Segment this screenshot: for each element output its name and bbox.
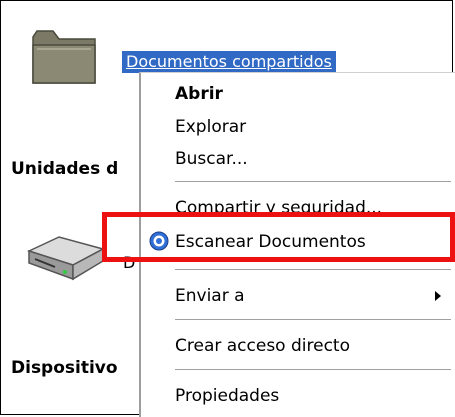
menu-item-label: Escanear Documentos: [175, 232, 366, 252]
menu-separator: [175, 369, 451, 371]
devices-heading: Dispositivo: [11, 358, 118, 378]
menu-item-abrir[interactable]: Abrir: [141, 77, 455, 111]
menu-item-label: Explorar: [175, 117, 247, 137]
menu-item-buscar[interactable]: Buscar...: [141, 142, 455, 176]
menu-item-compartir[interactable]: Compartir y seguridad...: [141, 191, 455, 225]
menu-item-label: Buscar...: [175, 149, 248, 169]
menu-item-crear-acceso[interactable]: Crear acceso directo: [141, 329, 455, 363]
menu-item-label: Abrir: [175, 84, 223, 104]
menu-item-label: Compartir y seguridad...: [175, 198, 383, 218]
folder-label[interactable]: Documentos compartidos: [122, 51, 336, 73]
menu-item-label: Crear acceso directo: [175, 336, 350, 356]
chevron-right-icon: [435, 291, 441, 301]
context-menu: Abrir Explorar Buscar... Compartir y seg…: [139, 72, 455, 417]
menu-item-label: Propiedades: [175, 386, 280, 406]
menu-item-propiedades[interactable]: Propiedades: [141, 379, 455, 413]
drive-label[interactable]: D: [123, 253, 135, 272]
folder-icon[interactable]: [29, 25, 101, 87]
drives-heading: Unidades d: [11, 159, 119, 179]
menu-item-escanear[interactable]: Escanear Documentos: [141, 225, 455, 259]
menu-item-label: Enviar a: [175, 286, 245, 306]
scan-icon: [149, 231, 169, 251]
menu-separator: [175, 181, 451, 183]
menu-separator: [175, 269, 451, 271]
menu-separator: [175, 319, 451, 321]
menu-item-explorar[interactable]: Explorar: [141, 110, 455, 144]
menu-item-enviar-a[interactable]: Enviar a: [141, 279, 455, 313]
hard-drive-icon[interactable]: [19, 229, 107, 287]
